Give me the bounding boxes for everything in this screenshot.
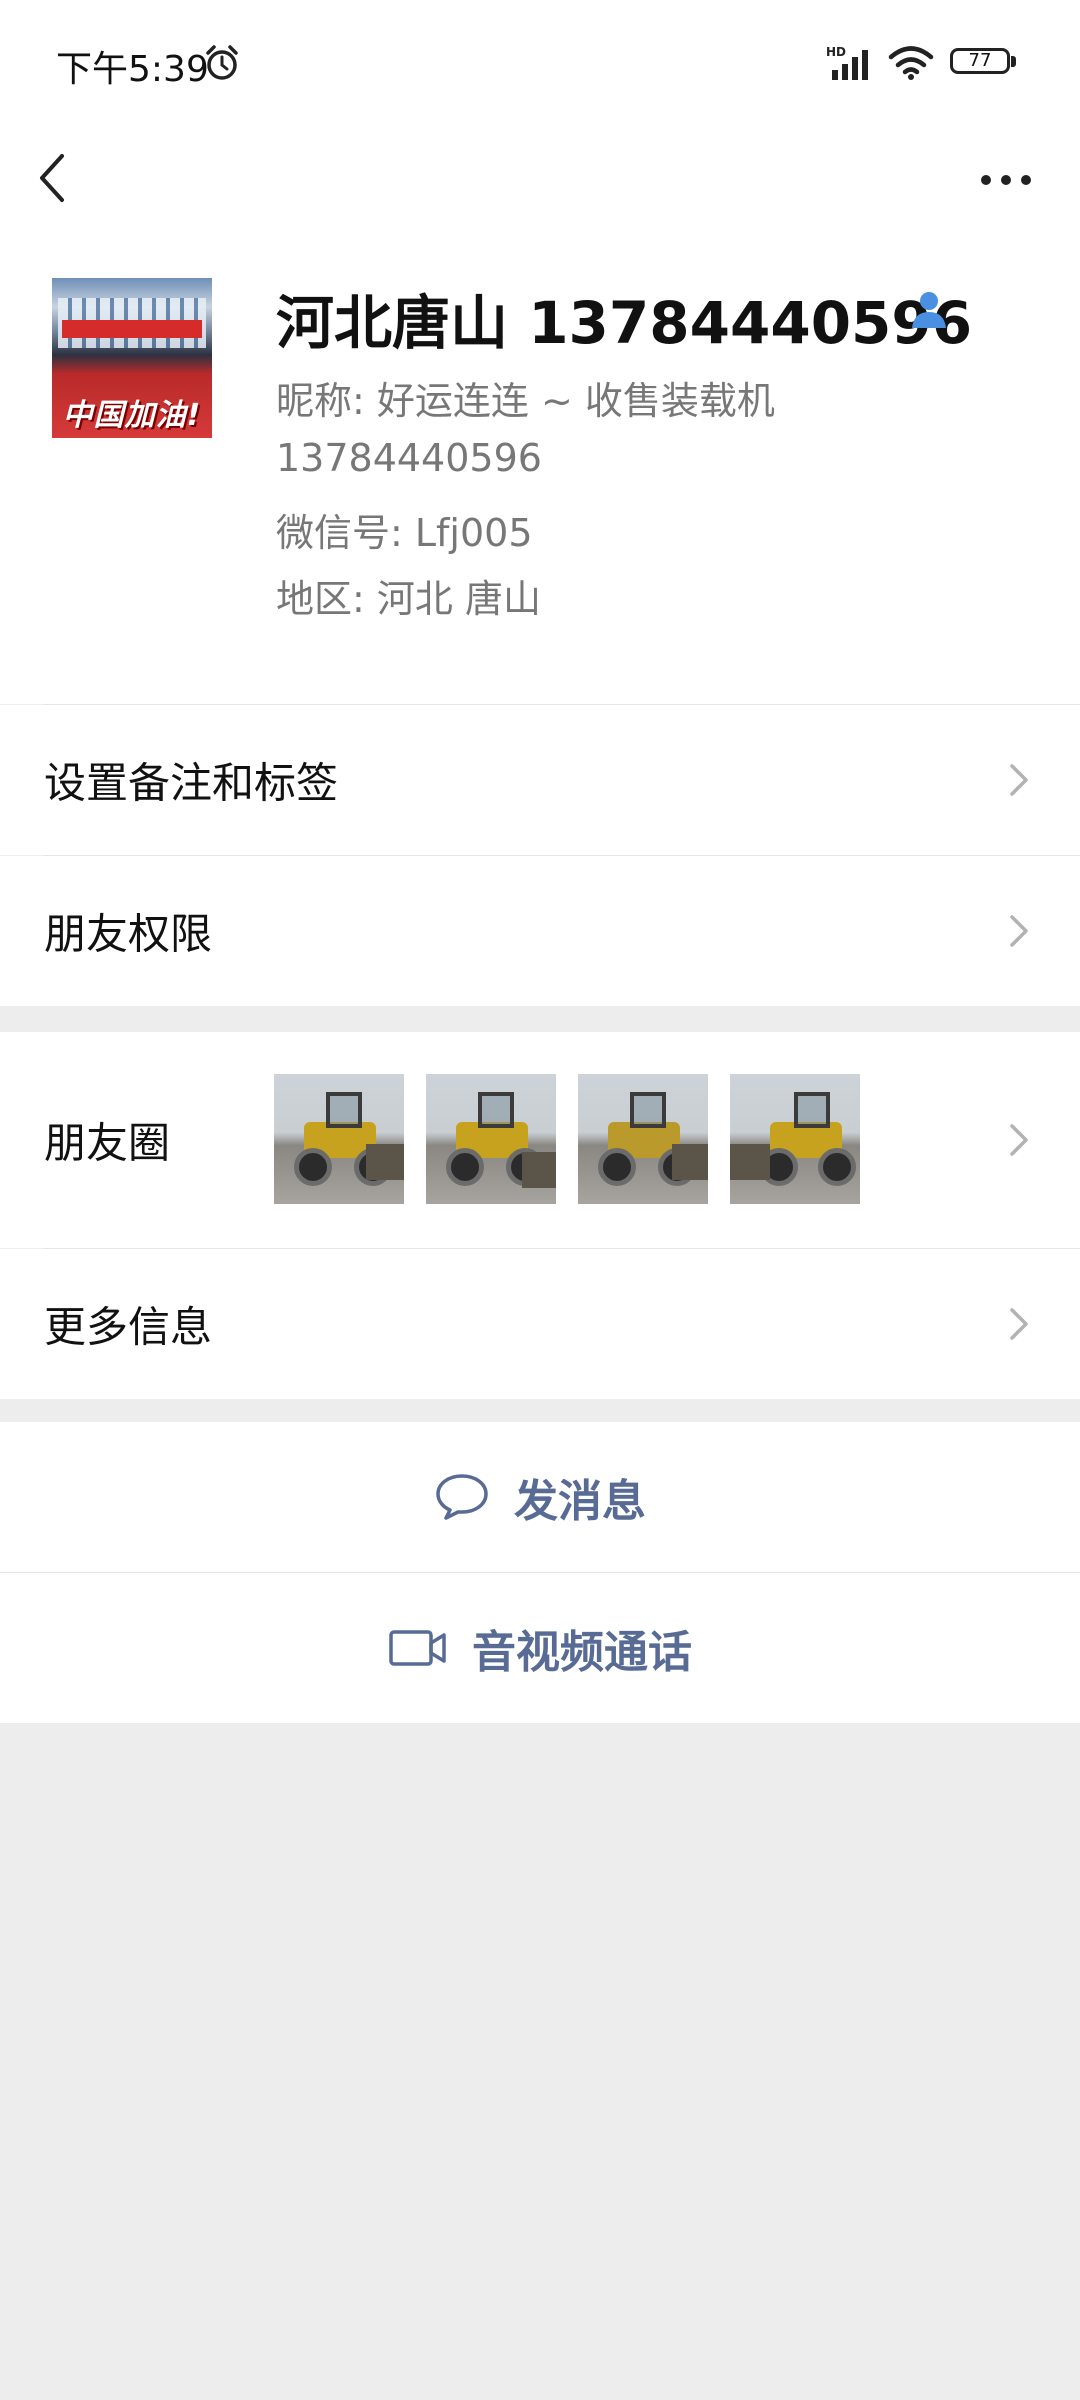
chevron-right-icon (1010, 1124, 1028, 1156)
avatar[interactable]: 中国加油! (52, 278, 212, 438)
profile-card: 中国加油! 河北唐山 13784440596 昵称: 好运连连 ~ 收售装载机 … (0, 240, 1080, 704)
remark-tags-label: 设置备注和标签 (44, 758, 339, 808)
chevron-right-icon (1010, 764, 1028, 796)
region: 地区: 河北 唐山 (276, 577, 541, 621)
chevron-right-icon (1010, 915, 1028, 947)
moments-row[interactable]: 朋友圈 (0, 1032, 1080, 1248)
video-camera-icon (389, 1630, 446, 1666)
send-message-label: 发消息 (514, 1476, 646, 1527)
status-bar: 下午5:39 HD 77 (0, 0, 1080, 120)
back-chevron-icon[interactable] (30, 134, 80, 224)
more-info-label: 更多信息 (44, 1302, 213, 1352)
moments-photo (274, 1074, 404, 1204)
moments-label: 朋友圈 (44, 1118, 171, 1168)
phone-number: 13784440596 (276, 436, 542, 480)
remark-tags-row[interactable]: 设置备注和标签 (0, 705, 1080, 855)
cellular-signal-icon: HD (826, 45, 868, 80)
network-label: HD (826, 45, 846, 59)
friend-permissions-label: 朋友权限 (44, 909, 213, 959)
battery-icon: 77 (950, 48, 1020, 78)
moments-photo (426, 1074, 556, 1204)
video-call-label: 音视频通话 (472, 1627, 692, 1678)
avatar-caption: 中国加油! (62, 398, 202, 433)
status-time: 下午5:39 (56, 49, 209, 90)
battery-tip (1011, 56, 1016, 67)
nav-bar (0, 120, 1080, 240)
nickname: 昵称: 好运连连 ~ 收售装载机 (276, 379, 775, 423)
chat-bubble-icon (436, 1474, 488, 1520)
wifi-icon (888, 46, 934, 80)
avatar-banner (62, 320, 202, 338)
contact-name: 河北唐山 13784440596 (276, 289, 973, 357)
send-message-button[interactable]: 发消息 (0, 1422, 1080, 1572)
chevron-right-icon (1010, 1308, 1028, 1340)
friend-permissions-row[interactable]: 朋友权限 (0, 856, 1080, 1006)
more-dots-icon[interactable] (976, 160, 1036, 200)
video-call-button[interactable]: 音视频通话 (0, 1573, 1080, 1723)
more-info-row[interactable]: 更多信息 (0, 1249, 1080, 1399)
alarm-clock-icon (206, 45, 238, 80)
battery-level: 77 (950, 48, 1010, 74)
contact-person-icon (912, 292, 946, 328)
moments-photo (730, 1074, 860, 1204)
wechat-id: 微信号: Lfj005 (276, 511, 533, 555)
moments-photo (578, 1074, 708, 1204)
